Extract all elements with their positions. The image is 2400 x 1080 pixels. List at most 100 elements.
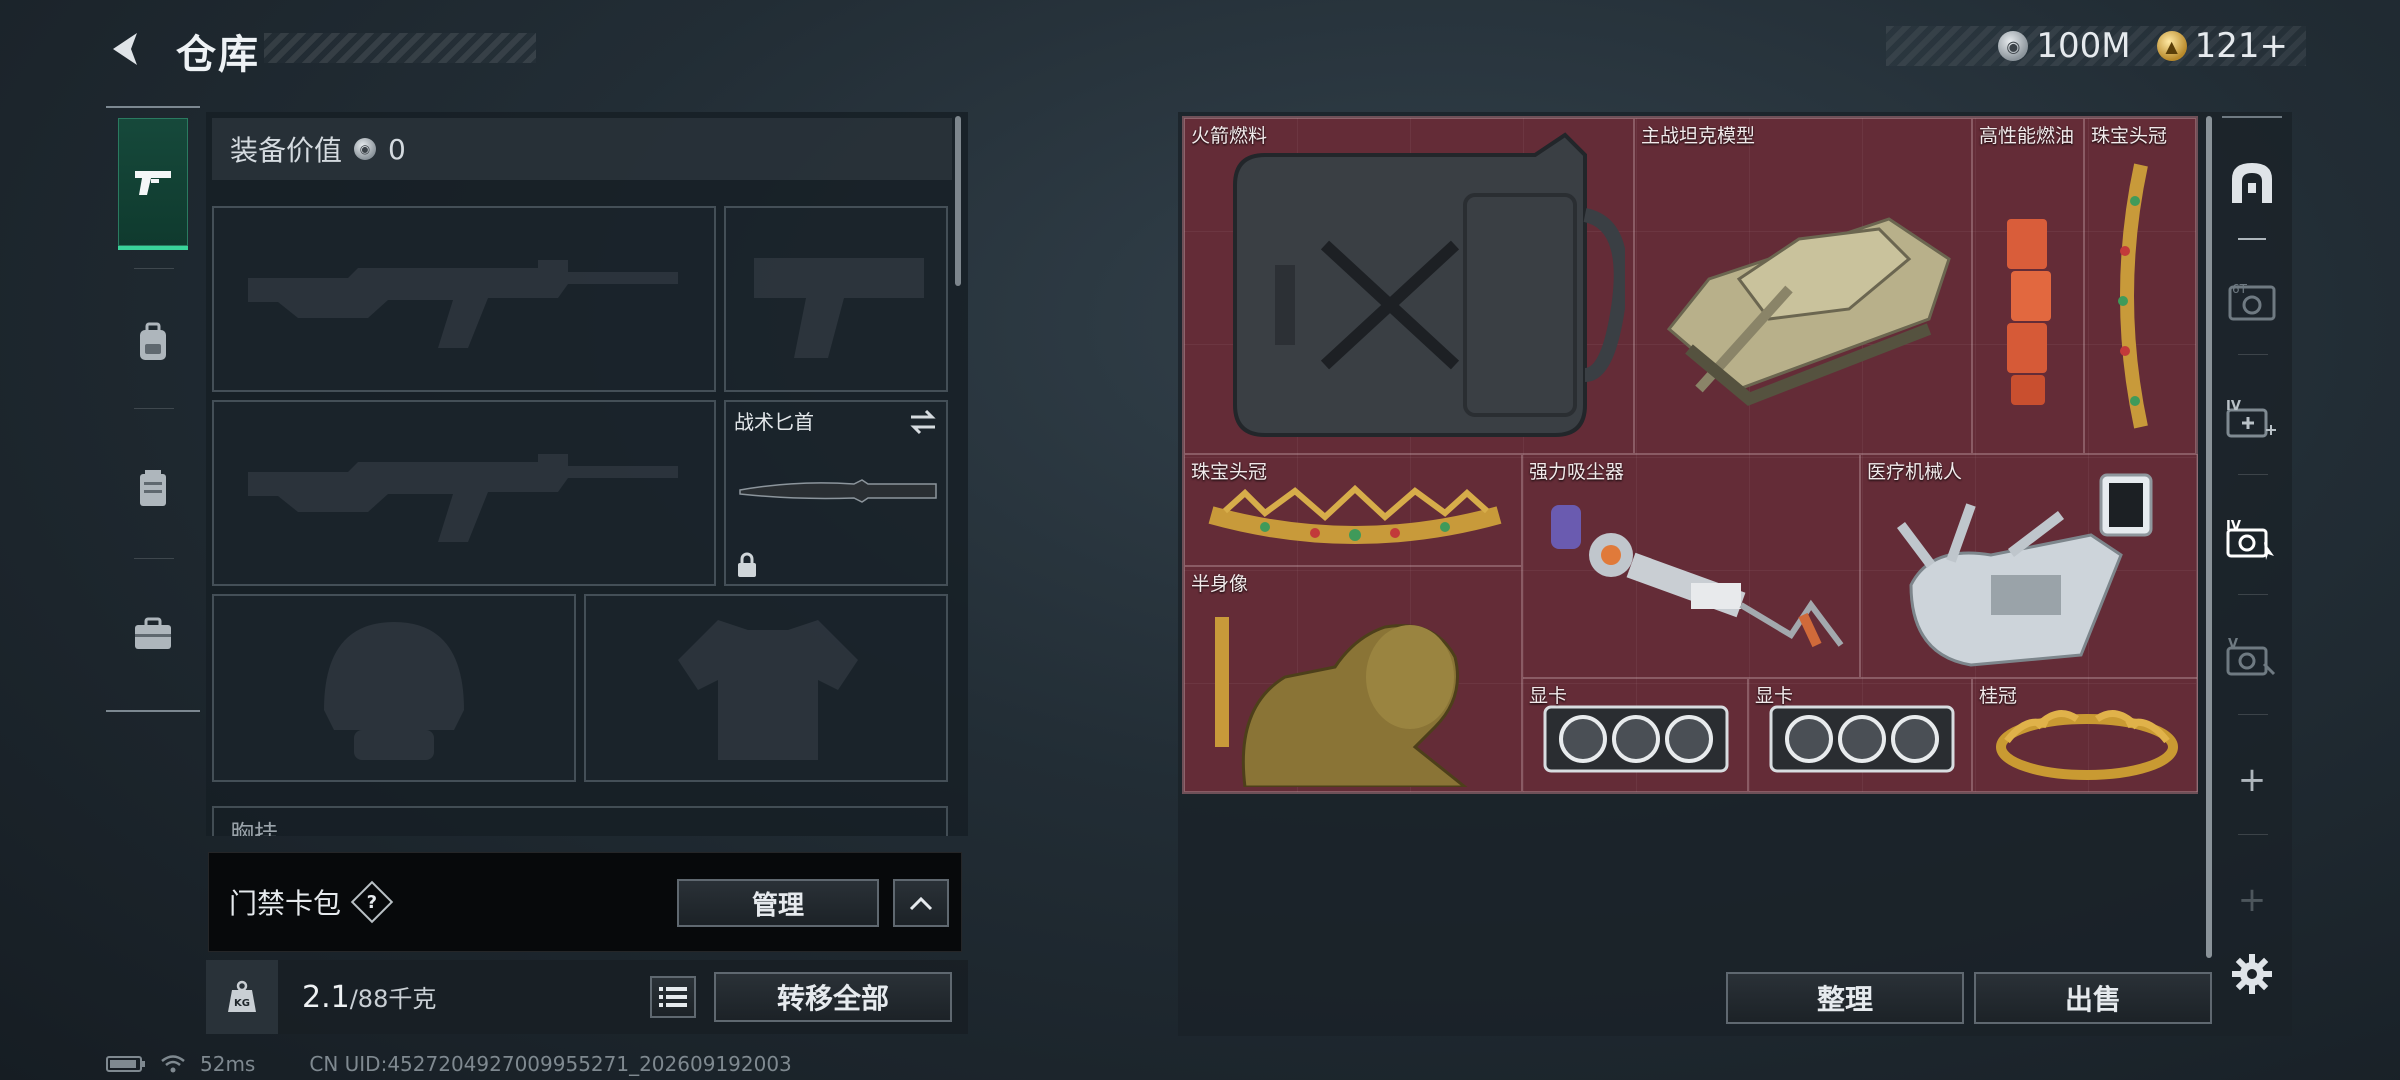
stash-grid: 火箭燃料 主战坦克模型 高性能燃油 珠宝头冠 珠宝头冠 强力吸尘器 医疗机械人 … bbox=[1182, 116, 2198, 794]
stash-item[interactable]: 显卡 bbox=[1748, 678, 1972, 792]
graphics-card-icon bbox=[1769, 705, 1955, 773]
equipment-value: 0 bbox=[388, 132, 406, 166]
gold-coin-icon: ▲ bbox=[2156, 31, 2187, 61]
stash-tab-iv-plus[interactable]: IV bbox=[2222, 370, 2282, 470]
item-name: 医疗机械人 bbox=[1867, 461, 1963, 483]
stash-home-tab[interactable] bbox=[2222, 132, 2282, 232]
jerrycan-icon bbox=[1233, 132, 1625, 437]
expand-button[interactable] bbox=[893, 879, 949, 927]
transfer-all-button[interactable]: 转移全部 bbox=[714, 972, 952, 1022]
stash-home-icon bbox=[2232, 163, 2272, 203]
stash-tab-v[interactable]: V bbox=[2222, 608, 2282, 708]
stash-item[interactable]: 高性能燃油 bbox=[1972, 118, 2084, 454]
stash-item[interactable]: 珠宝头冠 bbox=[2084, 118, 2196, 454]
chest-rig-slot[interactable]: 胸挂 bbox=[212, 806, 948, 836]
item-name: 桂冠 bbox=[1979, 685, 2018, 707]
sell-button[interactable]: 出售 bbox=[1974, 972, 2212, 1024]
stash-item[interactable]: 显卡 bbox=[1522, 678, 1748, 792]
item-name: 显卡 bbox=[1529, 685, 1568, 707]
battery-icon bbox=[106, 1056, 145, 1072]
tab-vest[interactable] bbox=[118, 422, 188, 554]
tab-weapons[interactable] bbox=[118, 118, 188, 250]
svg-text:6T: 6T bbox=[2232, 282, 2248, 296]
item-name: 高性能燃油 bbox=[1979, 125, 2075, 147]
stash-item[interactable]: 主战坦克模型 bbox=[1634, 118, 1972, 454]
stash-tab-iv-icon: IV bbox=[2226, 519, 2274, 560]
medical-robot-icon bbox=[1897, 473, 2153, 667]
stash-tab-iv-plus-icon: IV bbox=[2226, 399, 2276, 438]
stash-item[interactable]: 珠宝头冠 bbox=[1184, 454, 1522, 566]
svg-text:IV: IV bbox=[2226, 519, 2241, 534]
laurel-wreath-icon bbox=[1996, 710, 2178, 780]
tab-backpack[interactable] bbox=[118, 276, 188, 408]
weight-icon: KG bbox=[206, 960, 278, 1034]
vacuum-cleaner-icon bbox=[1551, 505, 1844, 648]
body-armor-icon bbox=[678, 620, 858, 760]
loadout-tabs bbox=[106, 106, 200, 712]
lock-icon bbox=[738, 552, 756, 577]
stash-item[interactable]: 火箭燃料 bbox=[1184, 118, 1634, 454]
pistol-slot[interactable] bbox=[724, 206, 948, 392]
pistol-icon bbox=[135, 171, 171, 195]
tab-case[interactable] bbox=[118, 568, 188, 700]
stash-tab-6[interactable]: 6T bbox=[2222, 252, 2282, 352]
max-weight: /88千克 bbox=[349, 985, 437, 1013]
weight-bar: KG 2.1/88千克 转移全部 bbox=[206, 960, 968, 1034]
page-title: 仓库 bbox=[176, 32, 260, 78]
stash-item[interactable]: 强力吸尘器 bbox=[1522, 454, 1860, 678]
list-view-button[interactable] bbox=[650, 976, 696, 1018]
primary-weapon-slot-2[interactable] bbox=[212, 400, 716, 586]
gold-amount: 121+ bbox=[2194, 26, 2288, 66]
armor-slot[interactable] bbox=[584, 594, 948, 782]
add-stash-tab-disabled[interactable]: + bbox=[2222, 850, 2282, 950]
silver-currency[interactable]: ◉ 100M bbox=[1998, 26, 2131, 66]
primary-weapon-slot-1[interactable] bbox=[212, 206, 716, 392]
helmet-icon bbox=[324, 622, 464, 760]
help-icon[interactable]: ? bbox=[350, 880, 394, 924]
back-button[interactable] bbox=[104, 26, 150, 72]
user-uid: CN UID:4527204927009955271_202609192003 bbox=[309, 1052, 792, 1076]
swap-icon[interactable] bbox=[908, 408, 938, 436]
gold-currency[interactable]: ▲ 121+ bbox=[2156, 26, 2288, 66]
vest-icon bbox=[140, 470, 166, 506]
item-name: 火箭燃料 bbox=[1191, 125, 1268, 147]
knife-icon bbox=[739, 479, 937, 503]
pistol-icon bbox=[754, 258, 924, 358]
silver-coin-icon: ◉ bbox=[354, 138, 377, 160]
melee-slot[interactable]: 战术匕首 bbox=[724, 400, 948, 586]
bust-statue-icon bbox=[1215, 617, 1468, 787]
tank-model-icon bbox=[1666, 217, 1951, 406]
stash-item[interactable]: 医疗机械人 bbox=[1860, 454, 2198, 678]
add-stash-tab[interactable]: + bbox=[2222, 730, 2282, 830]
status-line: 52ms CN UID:4527204927009955271_20260919… bbox=[106, 1052, 792, 1076]
stash-item[interactable]: 桂冠 bbox=[1972, 678, 2198, 792]
currency-bar: ◉ 100M ▲ 121+ bbox=[1886, 26, 2306, 66]
svg-text:IV: IV bbox=[2226, 399, 2241, 414]
add-tab-icon: + bbox=[2237, 880, 2267, 920]
stash-scrollbar[interactable] bbox=[2206, 116, 2212, 958]
gear-icon bbox=[2232, 954, 2272, 994]
stash-tab-6-icon: 6T bbox=[2228, 282, 2276, 321]
keycard-bar: 门禁卡包 ? 管理 bbox=[208, 852, 962, 952]
stash-tabs: 6T IV IV V + + bbox=[2222, 116, 2282, 926]
chevron-up-icon bbox=[909, 896, 933, 911]
add-tab-icon: + bbox=[2237, 760, 2267, 800]
wifi-icon bbox=[161, 1055, 185, 1073]
item-name: 主战坦克模型 bbox=[1641, 125, 1756, 147]
chest-rig-label: 胸挂 bbox=[230, 820, 278, 836]
item-name: 半身像 bbox=[1191, 573, 1249, 595]
settings-button[interactable] bbox=[2228, 950, 2276, 998]
equipment-scrollbar[interactable] bbox=[955, 116, 961, 286]
stash-item[interactable]: 半身像 bbox=[1184, 566, 1522, 792]
helmet-slot[interactable] bbox=[212, 594, 576, 782]
stash-tab-iv[interactable]: IV bbox=[2222, 490, 2282, 590]
equipment-value-bar: 装备价值 ◉ 0 bbox=[212, 118, 952, 180]
jeweled-tiara-icon bbox=[1208, 485, 1502, 544]
weight-text: 2.1/88千克 bbox=[302, 979, 436, 1015]
item-name: 显卡 bbox=[1755, 685, 1794, 707]
sort-button[interactable]: 整理 bbox=[1726, 972, 1964, 1024]
backpack-icon bbox=[140, 322, 166, 360]
stash-tab-v-icon: V bbox=[2226, 637, 2276, 676]
manage-button[interactable]: 管理 bbox=[677, 879, 879, 927]
back-arrow-icon bbox=[113, 33, 137, 65]
